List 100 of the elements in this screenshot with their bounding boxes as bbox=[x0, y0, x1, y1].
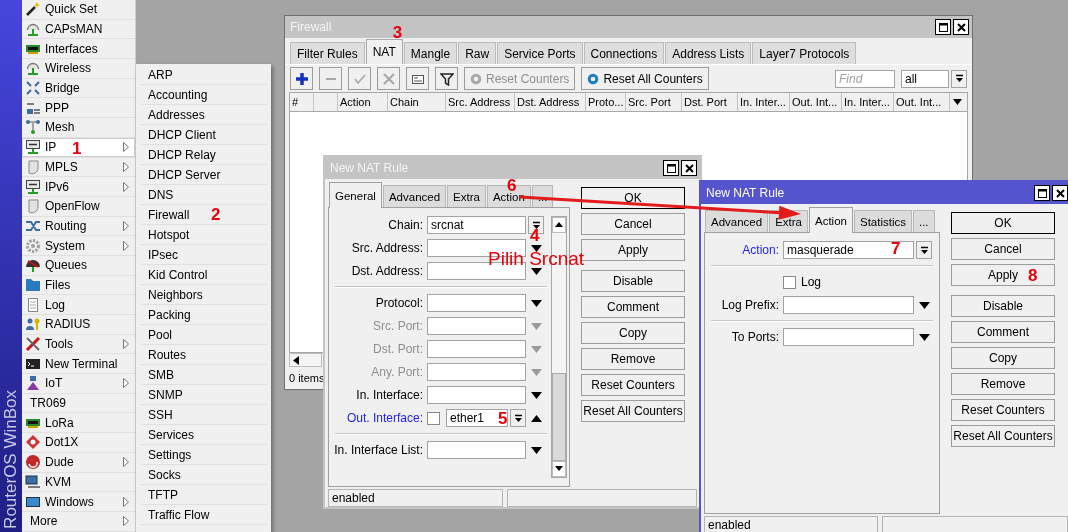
tab[interactable]: Extra bbox=[447, 185, 486, 207]
close-button[interactable] bbox=[953, 19, 969, 35]
tab[interactable]: Filter Rules bbox=[290, 42, 365, 64]
dropdown-field[interactable]: srcnat bbox=[427, 216, 526, 234]
text-field[interactable] bbox=[427, 441, 526, 459]
comment-button[interactable] bbox=[406, 67, 429, 90]
dialog-button[interactable]: Cancel bbox=[951, 238, 1055, 260]
text-field[interactable] bbox=[427, 317, 526, 335]
tab[interactable]: Statistics bbox=[853, 210, 912, 232]
menu-item[interactable]: Accounting bbox=[140, 85, 267, 105]
dialog-button[interactable]: Disable bbox=[951, 295, 1055, 317]
menu-item[interactable]: Socks bbox=[140, 465, 267, 485]
column-header[interactable]: Chain bbox=[388, 93, 446, 111]
expand-arrow[interactable] bbox=[918, 301, 930, 309]
tab[interactable]: Advanced bbox=[382, 185, 447, 207]
menu-item[interactable]: New Terminal bbox=[22, 354, 135, 374]
column-header[interactable]: Action bbox=[338, 93, 388, 111]
dropdown-button[interactable] bbox=[510, 409, 526, 427]
expand-arrow[interactable] bbox=[530, 446, 542, 454]
collapse-arrow[interactable] bbox=[530, 414, 542, 422]
toolbar-button[interactable]: Reset All Counters bbox=[581, 67, 709, 90]
text-field[interactable] bbox=[783, 328, 914, 346]
menu-item[interactable]: Files bbox=[22, 275, 135, 295]
maximize-button[interactable] bbox=[1034, 185, 1050, 201]
tab[interactable]: Action bbox=[809, 207, 853, 233]
menu-item[interactable]: PPP bbox=[22, 98, 135, 118]
column-header[interactable]: In. Inter... bbox=[738, 93, 790, 111]
menu-item[interactable]: Queues bbox=[22, 255, 135, 275]
menu-item[interactable]: Tools bbox=[22, 334, 135, 354]
column-header[interactable]: Proto... bbox=[586, 93, 626, 111]
tab[interactable]: Connections bbox=[583, 42, 665, 64]
menu-item[interactable]: MPLS bbox=[22, 157, 135, 177]
menu-item[interactable]: Packing bbox=[140, 305, 267, 325]
column-header[interactable]: Src. Address bbox=[446, 93, 515, 111]
tab[interactable]: NAT bbox=[365, 39, 403, 64]
close-button[interactable] bbox=[681, 160, 697, 176]
column-header[interactable]: Out. Int... bbox=[790, 93, 842, 111]
menu-item[interactable]: IoT bbox=[22, 374, 135, 393]
menu-item[interactable]: IPv6 bbox=[22, 177, 135, 196]
menu-item[interactable]: IPsec bbox=[140, 245, 267, 265]
expand-arrow[interactable] bbox=[530, 267, 542, 275]
checkbox[interactable] bbox=[427, 411, 440, 425]
menu-item[interactable]: Kid Control bbox=[140, 265, 267, 285]
dialog-button[interactable]: Remove bbox=[581, 348, 685, 370]
menu-item[interactable]: Settings bbox=[140, 445, 267, 465]
menu-item[interactable]: Log bbox=[22, 295, 135, 314]
menu-item[interactable]: More bbox=[22, 511, 135, 531]
menu-item[interactable]: TR069 bbox=[22, 393, 135, 413]
menu-item[interactable]: Bridge bbox=[22, 78, 135, 98]
menu-item[interactable]: DNS bbox=[140, 185, 267, 205]
menu-item[interactable]: ARP bbox=[140, 65, 267, 85]
menu-item[interactable]: SMB bbox=[140, 365, 267, 385]
menu-item[interactable]: Dude bbox=[22, 452, 135, 472]
dropdown-button[interactable] bbox=[916, 241, 932, 259]
menu-item[interactable]: RADIUS bbox=[22, 315, 135, 334]
maximize-button[interactable] bbox=[935, 19, 951, 35]
menu-item[interactable]: Interfaces bbox=[22, 39, 135, 59]
expand-arrow[interactable] bbox=[530, 244, 542, 252]
dialog-button[interactable]: Comment bbox=[581, 296, 685, 318]
menu-item[interactable]: Routes bbox=[140, 345, 267, 365]
dialog-button[interactable]: Copy bbox=[581, 322, 685, 344]
text-field[interactable] bbox=[427, 294, 526, 312]
dialog-button[interactable]: Remove bbox=[951, 373, 1055, 395]
dialog-button[interactable]: Reset Counters bbox=[581, 374, 685, 396]
menu-item[interactable]: Pool bbox=[140, 325, 267, 345]
tab[interactable]: Mangle bbox=[403, 42, 458, 64]
dialog-button[interactable]: Cancel bbox=[581, 213, 685, 235]
scrollbar[interactable] bbox=[289, 353, 322, 367]
column-header[interactable]: Src. Port bbox=[626, 93, 682, 111]
dialog-button[interactable]: Comment bbox=[951, 321, 1055, 343]
menu-item[interactable]: Services bbox=[140, 425, 267, 445]
menu-item[interactable]: Traffic Flow bbox=[140, 505, 267, 525]
menu-item[interactable]: Addresses bbox=[140, 105, 267, 125]
menu-item[interactable]: DHCP Client bbox=[140, 125, 267, 145]
menu-item[interactable]: DHCP Relay bbox=[140, 145, 267, 165]
expand-arrow[interactable] bbox=[918, 333, 930, 341]
column-header[interactable]: # bbox=[290, 93, 314, 111]
menu-item[interactable]: Routing bbox=[22, 216, 135, 236]
text-field[interactable] bbox=[783, 296, 914, 314]
menu-item[interactable]: SNMP bbox=[140, 385, 267, 405]
column-header[interactable]: Dst. Port bbox=[682, 93, 738, 111]
menu-item[interactable]: OpenFlow bbox=[22, 196, 135, 216]
menu-item[interactable]: System bbox=[22, 236, 135, 255]
menu-item[interactable]: Hotspot bbox=[140, 225, 267, 245]
filter-button[interactable] bbox=[435, 67, 458, 90]
menu-item[interactable]: Windows bbox=[22, 492, 135, 511]
expand-arrow[interactable] bbox=[530, 299, 542, 307]
menu-item[interactable]: TFTP bbox=[140, 485, 267, 505]
close-button[interactable] bbox=[1052, 185, 1068, 201]
column-header[interactable]: Dst. Address bbox=[515, 93, 586, 111]
tab[interactable]: Raw bbox=[458, 42, 497, 64]
add-button[interactable] bbox=[290, 67, 313, 90]
menu-item[interactable]: CAPsMAN bbox=[22, 19, 135, 39]
menu-item[interactable]: LoRa bbox=[22, 413, 135, 433]
menu-item[interactable]: Mesh bbox=[22, 118, 135, 137]
dialog-button[interactable]: Reset All Counters bbox=[581, 400, 685, 422]
maximize-button[interactable] bbox=[663, 160, 679, 176]
menu-item[interactable]: Dot1X bbox=[22, 433, 135, 452]
tab[interactable]: ... bbox=[913, 210, 935, 232]
expand-arrow[interactable] bbox=[530, 391, 542, 399]
